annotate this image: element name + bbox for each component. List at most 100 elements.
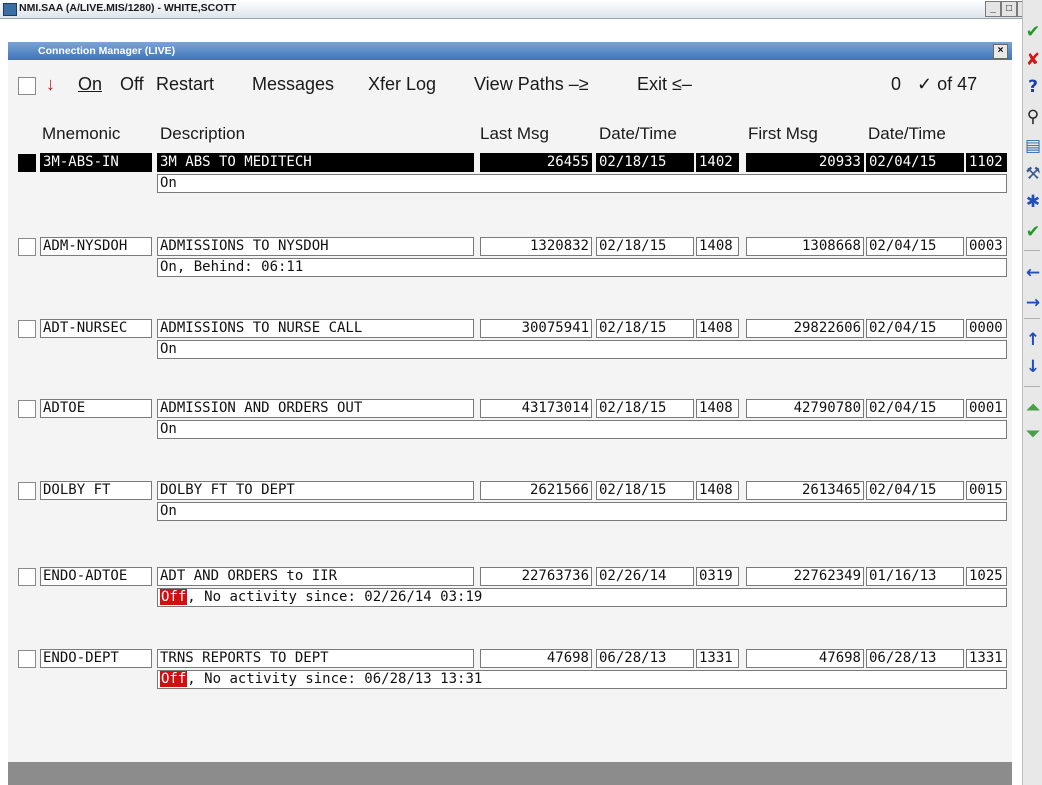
col-last-date: Date/Time <box>599 124 677 143</box>
toolbar-separator <box>1024 250 1040 251</box>
maximize-button[interactable]: □ <box>1001 1 1017 17</box>
cell-last-time: 1408 <box>696 481 739 500</box>
cell-last-msg: 22763736 <box>480 567 592 586</box>
notes-icon[interactable]: ▤ <box>1024 136 1042 156</box>
cell-last-date: 06/28/13 <box>596 649 694 668</box>
toolbar-separator <box>1024 318 1040 319</box>
select-all-checkbox[interactable] <box>18 77 36 95</box>
tools-icon[interactable]: ⚒ <box>1024 164 1042 184</box>
arrow-up-icon[interactable]: ↑ <box>1024 330 1042 350</box>
check-icon[interactable]: ✔ <box>1024 22 1042 42</box>
cell-last-time: 1408 <box>696 237 739 256</box>
cell-last-msg: 47698 <box>480 649 592 668</box>
cell-first-msg: 42790780 <box>746 399 864 418</box>
cell-last-time: 1402 <box>696 153 739 172</box>
row-checkbox[interactable] <box>18 154 36 172</box>
row-status: On <box>157 502 1007 521</box>
menu-exit[interactable]: Exit ≤– <box>637 74 692 95</box>
cell-last-msg: 30075941 <box>480 319 592 338</box>
cell-first-date: 06/28/13 <box>866 649 964 668</box>
menu-on-label: On <box>78 74 103 94</box>
cell-last-msg: 26455 <box>480 153 592 172</box>
cell-description: TRNS REPORTS TO DEPT <box>157 649 474 668</box>
down-arrow-icon[interactable]: ↓ <box>46 74 55 95</box>
cell-last-date: 02/26/14 <box>596 567 694 586</box>
cell-first-msg: 2613465 <box>746 481 864 500</box>
cell-last-time: 0319 <box>696 567 739 586</box>
menu-view-paths[interactable]: View Paths –≥ <box>474 74 589 95</box>
row-checkbox[interactable] <box>18 568 36 586</box>
cell-first-msg: 29822606 <box>746 319 864 338</box>
cell-last-date: 02/18/15 <box>596 399 694 418</box>
menu-restart-label: Restart <box>156 74 215 94</box>
page-up-icon[interactable]: ⏶ <box>1024 398 1042 418</box>
status-detail: , No activity since: 06/28/13 13:31 <box>187 671 483 687</box>
arrow-down-icon[interactable]: ↓ <box>1024 357 1042 377</box>
col-first-msg: First Msg <box>748 124 818 143</box>
cell-first-time: 1331 <box>966 649 1007 668</box>
menu-messages[interactable]: Messages <box>252 74 334 95</box>
arrow-left-icon[interactable]: ← <box>1024 263 1042 283</box>
row-status: On <box>157 174 1007 193</box>
status-text: Off <box>160 589 188 605</box>
cell-first-date: 02/04/15 <box>866 153 964 172</box>
cell-mnemonic: ENDO-ADTOE <box>40 567 152 586</box>
status-text: On <box>160 175 177 191</box>
row-status: On <box>157 340 1007 359</box>
status-text: On <box>160 421 177 437</box>
menu-restart[interactable]: Restart <box>156 74 214 95</box>
dialog-close-button[interactable]: × <box>993 44 1008 59</box>
page-down-icon[interactable]: ⏷ <box>1024 424 1042 444</box>
cell-first-time: 1025 <box>966 567 1007 586</box>
cell-description: DOLBY FT TO DEPT <box>157 481 474 500</box>
cell-first-msg: 22762349 <box>746 567 864 586</box>
asterisk-icon[interactable]: ✱ <box>1024 192 1042 212</box>
app-icon <box>3 3 17 16</box>
row-status: Off, No activity since: 02/26/14 03:19 <box>157 588 1007 607</box>
menu-xfer-log[interactable]: Xfer Log <box>368 74 436 95</box>
cell-last-time: 1408 <box>696 399 739 418</box>
cell-first-msg: 20933 <box>746 153 864 172</box>
row-checkbox[interactable] <box>18 650 36 668</box>
cell-first-time: 0003 <box>966 237 1007 256</box>
row-status: On, Behind: 06:11 <box>157 258 1007 277</box>
cell-last-date: 02/18/15 <box>596 237 694 256</box>
row-checkbox[interactable] <box>18 400 36 418</box>
cell-first-date: 02/04/15 <box>866 319 964 338</box>
row-status: Off, No activity since: 06/28/13 13:31 <box>157 670 1007 689</box>
cell-mnemonic: ADT-NURSEC <box>40 319 152 338</box>
cell-mnemonic: ADM-NYSDOH <box>40 237 152 256</box>
status-detail: , No activity since: 02/26/14 03:19 <box>187 589 483 605</box>
cell-last-msg: 1320832 <box>480 237 592 256</box>
binoculars-icon[interactable]: ⚲ <box>1024 107 1042 127</box>
total-count: ✓ of 47 <box>917 74 978 94</box>
cell-last-msg: 2621566 <box>480 481 592 500</box>
cell-last-date: 02/18/15 <box>596 481 694 500</box>
approve-icon[interactable]: ✔ <box>1024 222 1042 242</box>
cell-first-time: 0000 <box>966 319 1007 338</box>
menu-off[interactable]: Off <box>120 74 144 95</box>
cell-description: ADMISSIONS TO NURSE CALL <box>157 319 474 338</box>
arrow-right-icon[interactable]: → <box>1024 293 1042 313</box>
cell-mnemonic: ENDO-DEPT <box>40 649 152 668</box>
status-text: On <box>160 503 177 519</box>
dialog-title-bar: Connection Manager (LIVE) <box>8 42 1012 60</box>
cell-first-time: 1102 <box>966 153 1007 172</box>
cell-mnemonic: ADTOE <box>40 399 152 418</box>
cell-description: ADMISSIONS TO NYSDOH <box>157 237 474 256</box>
cell-last-date: 02/18/15 <box>596 153 694 172</box>
cancel-icon[interactable]: ✘ <box>1024 50 1042 70</box>
toolbar-separator <box>1024 386 1040 387</box>
row-checkbox[interactable] <box>18 238 36 256</box>
cell-last-time: 1331 <box>696 649 739 668</box>
cell-description: ADMISSION AND ORDERS OUT <box>157 399 474 418</box>
row-status: On <box>157 420 1007 439</box>
row-checkbox[interactable] <box>18 320 36 338</box>
help-icon[interactable]: ? <box>1024 77 1042 97</box>
cell-first-msg: 1308668 <box>746 237 864 256</box>
status-text: On, Behind: 06:11 <box>160 259 304 275</box>
minimize-button[interactable]: _ <box>985 1 1001 17</box>
cell-last-date: 02/18/15 <box>596 319 694 338</box>
row-checkbox[interactable] <box>18 482 36 500</box>
menu-on[interactable]: On <box>78 74 102 95</box>
